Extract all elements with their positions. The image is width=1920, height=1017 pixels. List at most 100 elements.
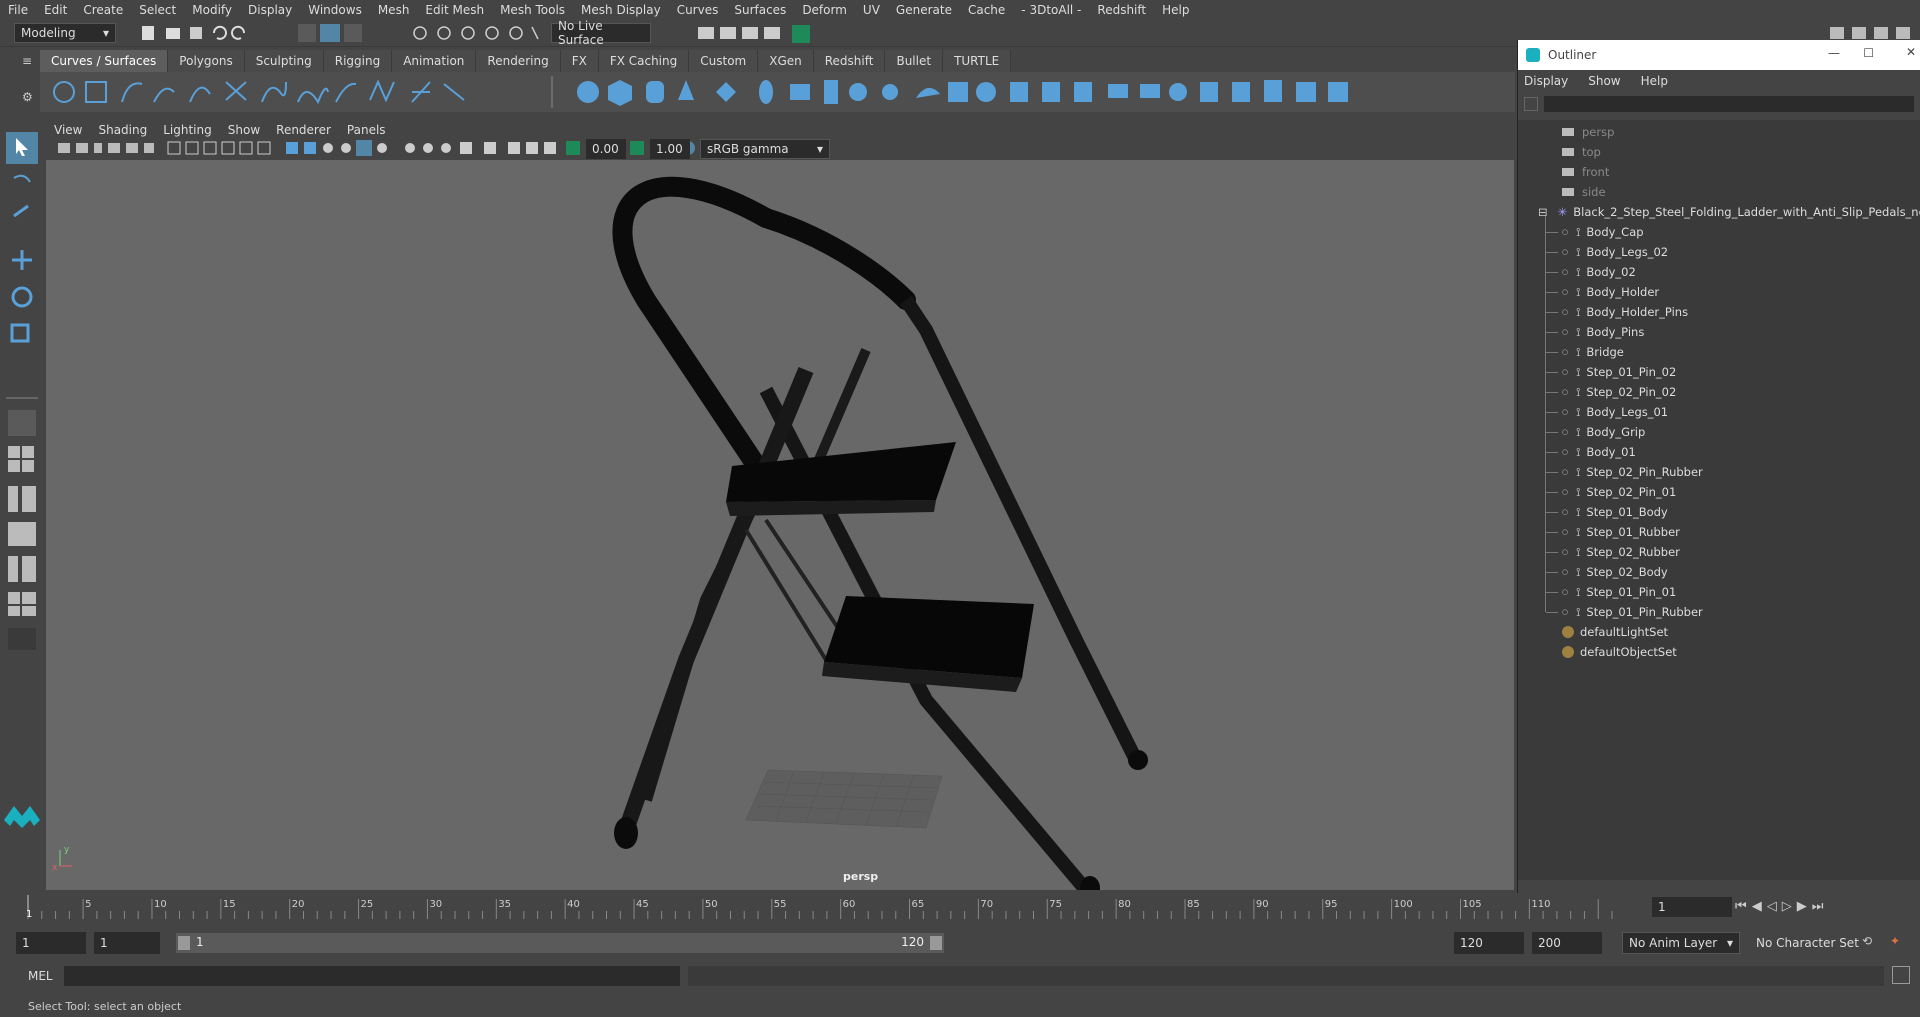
- end-time-field[interactable]: 200: [1532, 932, 1602, 954]
- current-frame-field[interactable]: 1: [1652, 897, 1732, 917]
- range-start-handle[interactable]: [178, 936, 190, 950]
- shelf-tab-fx-caching[interactable]: FX Caching: [598, 50, 690, 72]
- shelf-tab-fx[interactable]: FX: [560, 50, 599, 72]
- colorspace-selector[interactable]: sRGB gamma ▾: [700, 139, 830, 159]
- outliner-group-item[interactable]: ⊟ ✳ Black_2_Step_Steel_Folding_Ladder_with…: [1538, 202, 1920, 222]
- shelf-tab-sculpting[interactable]: Sculpting: [244, 50, 324, 72]
- shelf-tab-bullet[interactable]: Bullet: [885, 50, 944, 72]
- menu-modify[interactable]: Modify: [184, 0, 240, 20]
- render-icons[interactable]: [698, 23, 818, 43]
- file-icons[interactable]: [140, 23, 260, 43]
- mode-selector[interactable]: Modeling ▾: [14, 23, 116, 43]
- outliner-item-step-02-pin-01[interactable]: ○ ⟟ Step_02_Pin_01: [1546, 482, 1676, 502]
- shelf-tab-redshift[interactable]: Redshift: [813, 50, 886, 72]
- shelf-tab-rigging[interactable]: Rigging: [323, 50, 393, 72]
- outliner-item-top[interactable]: top: [1562, 142, 1601, 162]
- gamma-field[interactable]: 1.00: [650, 139, 690, 159]
- outliner-item-body-legs-01[interactable]: ○ ⟟ Body_Legs_01: [1546, 402, 1668, 422]
- outliner-item-step-02-pin-rubber[interactable]: ○ ⟟ Step_02_Pin_Rubber: [1546, 462, 1703, 482]
- preferences-icon[interactable]: ✦: [1890, 934, 1900, 948]
- menu-edit[interactable]: Edit: [36, 0, 75, 20]
- outliner-item-step-01-rubber[interactable]: ○ ⟟ Step_01_Rubber: [1546, 522, 1680, 542]
- outliner-item-body-legs-02[interactable]: ○ ⟟ Body_Legs_02: [1546, 242, 1668, 262]
- menu-surfaces[interactable]: Surfaces: [726, 0, 794, 20]
- shelf-tab-xgen[interactable]: XGen: [758, 50, 814, 72]
- outliner-item-step-02-pin-02[interactable]: ○ ⟟ Step_02_Pin_02: [1546, 382, 1676, 402]
- menu-edit-mesh[interactable]: Edit Mesh: [417, 0, 492, 20]
- playback-start-field[interactable]: 1: [94, 932, 160, 954]
- expand-dot-icon[interactable]: ○: [1562, 348, 1568, 356]
- script-editor-icon[interactable]: [1892, 966, 1910, 984]
- range-end-handle[interactable]: [930, 936, 942, 950]
- shelf-tab-rendering[interactable]: Rendering: [476, 50, 561, 72]
- outliner-item-body-holder-pins[interactable]: ○ ⟟ Body_Holder_Pins: [1546, 302, 1688, 322]
- outliner-item-step-02-body[interactable]: ○ ⟟ Step_02_Body: [1546, 562, 1668, 582]
- expand-dot-icon[interactable]: ○: [1562, 248, 1568, 256]
- outliner-item-side[interactable]: side: [1562, 182, 1606, 202]
- start-time-field[interactable]: 1: [16, 932, 86, 954]
- exposure-field[interactable]: 0.00: [586, 139, 626, 159]
- outliner-item-step-02-rubber[interactable]: ○ ⟟ Step_02_Rubber: [1546, 542, 1680, 562]
- menu-select[interactable]: Select: [131, 0, 184, 20]
- tool-icons[interactable]: [0, 120, 44, 840]
- menu-mesh-display[interactable]: Mesh Display: [573, 0, 669, 20]
- menu-generate[interactable]: Generate: [888, 0, 960, 20]
- outliner-item-bridge[interactable]: ○ ⟟ Bridge: [1546, 342, 1624, 362]
- viewport-menu-panels[interactable]: Panels: [339, 123, 394, 137]
- outliner-item-body-02[interactable]: ○ ⟟ Body_02: [1546, 262, 1636, 282]
- menu-uv[interactable]: UV: [855, 0, 888, 20]
- menu-create[interactable]: Create: [75, 0, 131, 20]
- viewport-menu-show[interactable]: Show: [220, 123, 268, 137]
- outliner-menu-show[interactable]: Show: [1588, 74, 1620, 88]
- menu-display[interactable]: Display: [240, 0, 300, 20]
- outliner-item-body-grip[interactable]: ○ ⟟ Body_Grip: [1546, 422, 1645, 442]
- expand-dot-icon[interactable]: ○: [1562, 228, 1568, 236]
- outliner-menu-display[interactable]: Display: [1524, 74, 1568, 88]
- collapse-icon[interactable]: ⊟: [1538, 205, 1548, 219]
- viewport-persp[interactable]: yx persp: [46, 160, 1514, 890]
- outliner-item-body-01[interactable]: ○ ⟟ Body_01: [1546, 442, 1636, 462]
- anim-layer-selector[interactable]: No Anim Layer ▾: [1622, 932, 1740, 954]
- menu-file[interactable]: File: [0, 0, 36, 20]
- expand-dot-icon[interactable]: ○: [1562, 588, 1568, 596]
- menu-deform[interactable]: Deform: [794, 0, 855, 20]
- menu-icon[interactable]: ≡: [22, 54, 32, 68]
- expand-dot-icon[interactable]: ○: [1562, 468, 1568, 476]
- outliner-menu-help[interactable]: Help: [1641, 74, 1668, 88]
- outliner-item-defaultLightSet[interactable]: defaultLightSet: [1562, 622, 1668, 642]
- time-slider[interactable]: 5 10 15 20 25 30 35 40 45 50 55 60 65 70 75 80 85 90 95 100…: [0, 893, 1920, 923]
- expand-dot-icon[interactable]: ○: [1562, 368, 1568, 376]
- viewport-menu-view[interactable]: View: [46, 123, 90, 137]
- cmd-language-label[interactable]: MEL: [28, 969, 53, 983]
- menu-help[interactable]: Help: [1154, 0, 1197, 20]
- gear-icon[interactable]: ⚙: [22, 90, 33, 104]
- shelf-tab-curves-surfaces[interactable]: Curves / Surfaces: [40, 50, 169, 72]
- expand-dot-icon[interactable]: ○: [1562, 448, 1568, 456]
- selection-mode-icons[interactable]: [298, 22, 368, 44]
- outliner-item-defaultObjectSet[interactable]: defaultObjectSet: [1562, 642, 1677, 662]
- menu--3dtoall-[interactable]: - 3DtoAll -: [1013, 0, 1089, 20]
- menu-cache[interactable]: Cache: [960, 0, 1013, 20]
- shelf-tab-animation[interactable]: Animation: [392, 50, 477, 72]
- outliner-item-step-01-pin-01[interactable]: ○ ⟟ Step_01_Pin_01: [1546, 582, 1676, 602]
- expand-dot-icon[interactable]: ○: [1562, 308, 1568, 316]
- menu-mesh-tools[interactable]: Mesh Tools: [492, 0, 573, 20]
- viewport-menu-renderer[interactable]: Renderer: [268, 123, 339, 137]
- auto-key-icon[interactable]: ⟲: [1862, 934, 1872, 948]
- expand-dot-icon[interactable]: ○: [1562, 548, 1568, 556]
- menu-windows[interactable]: Windows: [300, 0, 370, 20]
- outliner-item-body-holder[interactable]: ○ ⟟ Body_Holder: [1546, 282, 1659, 302]
- expand-dot-icon[interactable]: ○: [1562, 268, 1568, 276]
- viewport-menu-lighting[interactable]: Lighting: [155, 123, 220, 137]
- playback-end-field[interactable]: 120: [1454, 932, 1524, 954]
- character-set-selector[interactable]: No Character Set: [1750, 932, 1868, 954]
- menu-mesh[interactable]: Mesh: [370, 0, 418, 20]
- expand-dot-icon[interactable]: ○: [1562, 508, 1568, 516]
- shelf-tab-polygons[interactable]: Polygons: [168, 50, 245, 72]
- expand-dot-icon[interactable]: ○: [1562, 288, 1568, 296]
- outliner-item-step-01-pin-02[interactable]: ○ ⟟ Step_01_Pin_02: [1546, 362, 1676, 382]
- outliner-item-step-01-pin-rubber[interactable]: ○ ⟟ Step_01_Pin_Rubber: [1546, 602, 1703, 622]
- snap-icons[interactable]: [410, 23, 540, 43]
- live-surface-field[interactable]: No Live Surface: [551, 19, 651, 47]
- outliner-item-front[interactable]: front: [1562, 162, 1609, 182]
